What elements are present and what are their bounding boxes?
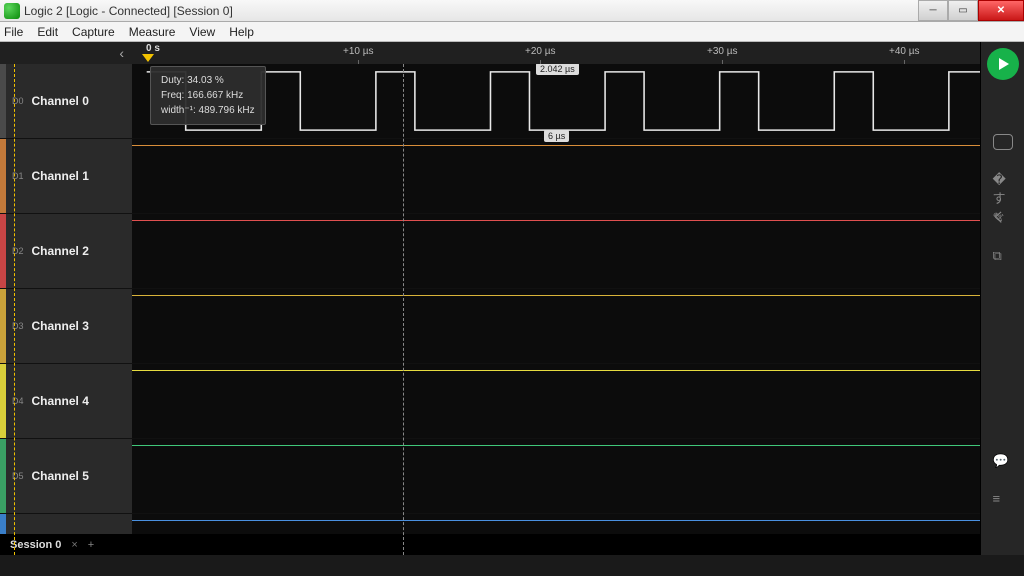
channel-name: Channel 5 xyxy=(32,469,89,483)
menu-measure[interactable]: Measure xyxy=(129,25,176,39)
channel-color-swatch xyxy=(0,139,6,213)
period-label: 6 µs xyxy=(544,130,569,142)
menu-file[interactable]: File xyxy=(4,25,23,39)
menu-icon[interactable]: ≡ xyxy=(993,491,1013,507)
waveform-area[interactable]: Duty: 34.03 %Freq: 166.667 kHzwidth⁻¹: 4… xyxy=(132,64,1024,138)
run-capture-button[interactable] xyxy=(987,48,1019,80)
extensions-panel-icon[interactable]: ⧉ xyxy=(993,248,1013,264)
close-session-button[interactable]: × xyxy=(71,539,77,551)
time-tick: +10 µs xyxy=(343,46,374,57)
window-maximize-button[interactable]: ▭ xyxy=(948,0,978,21)
channel-name: Channel 2 xyxy=(32,244,89,258)
channel-color-swatch xyxy=(0,64,6,138)
menu-capture[interactable]: Capture xyxy=(72,25,115,39)
tracks-area[interactable]: D0 Channel 0 H L Duty: 34.03 %Freq: 166.6… xyxy=(0,64,1024,555)
channel-color-swatch xyxy=(0,364,6,438)
channel-label[interactable]: D5 Channel 5 H L xyxy=(0,439,132,513)
waveform-area[interactable] xyxy=(132,439,1024,513)
channel-label[interactable]: D0 Channel 0 H L xyxy=(0,64,132,138)
window-title: Logic 2 [Logic - Connected] [Session 0] xyxy=(24,4,918,18)
channel-id: D1 xyxy=(12,171,24,181)
window-titlebar: Logic 2 [Logic - Connected] [Session 0] … xyxy=(0,0,1024,22)
menu-bar: File Edit Capture Measure View Help xyxy=(0,22,1024,42)
waveform-area[interactable] xyxy=(132,214,1024,288)
channel-label[interactable]: D3 Channel 3 H L xyxy=(0,289,132,363)
flat-waveform xyxy=(132,220,1024,221)
pulse-width-label: 2.042 µs xyxy=(536,64,579,75)
channel-name: Channel 3 xyxy=(32,319,89,333)
timeline-header[interactable]: ‹ 0 s +10 µs +20 µs +30 µs +40 µs xyxy=(0,42,1024,64)
right-sidebar: �すぐ ✎ ⧉ 💬 ≡ xyxy=(980,42,1024,555)
flat-waveform xyxy=(132,445,1024,446)
channel-track[interactable]: D5 Channel 5 H L xyxy=(0,439,1024,514)
flat-waveform xyxy=(132,520,1024,521)
channel-track[interactable]: D2 Channel 2 H L xyxy=(0,214,1024,289)
menu-edit[interactable]: Edit xyxy=(37,25,58,39)
measure-panel-icon[interactable]: ✎ xyxy=(993,210,1013,226)
channel-track[interactable]: D0 Channel 0 H L Duty: 34.03 %Freq: 166.6… xyxy=(0,64,1024,139)
timing-marker-icon[interactable] xyxy=(142,54,154,62)
app-body: ‹ 0 s +10 µs +20 µs +30 µs +40 µs D0 Channe… xyxy=(0,42,1024,555)
time-tick: +30 µs xyxy=(707,46,738,57)
session-tab[interactable]: Session 0 xyxy=(10,539,61,551)
flat-waveform xyxy=(132,145,1024,146)
time-tick: +20 µs xyxy=(525,46,556,57)
menu-help[interactable]: Help xyxy=(229,25,254,39)
channel-id: D2 xyxy=(12,246,24,256)
channel-id: D0 xyxy=(12,96,24,106)
flat-waveform xyxy=(132,295,1024,296)
collapse-sidebar-button[interactable]: ‹ xyxy=(0,45,132,61)
channel-track[interactable]: D4 Channel 4 H L xyxy=(0,364,1024,439)
waveform-area[interactable] xyxy=(132,139,1024,213)
channel-name: Channel 1 xyxy=(32,169,89,183)
time-zero-label: 0 s xyxy=(146,43,160,54)
waveform-area[interactable] xyxy=(132,364,1024,438)
time-ruler[interactable]: 0 s +10 µs +20 µs +30 µs +40 µs xyxy=(132,42,1024,64)
feedback-icon[interactable]: 💬 xyxy=(993,453,1013,469)
window-close-button[interactable]: ✕ xyxy=(978,0,1024,21)
menu-view[interactable]: View xyxy=(189,25,215,39)
window-minimize-button[interactable]: ─ xyxy=(918,0,948,21)
channel-color-swatch xyxy=(0,289,6,363)
channel-label[interactable]: D1 Channel 1 H L xyxy=(0,139,132,213)
channel-color-swatch xyxy=(0,214,6,288)
time-tick: +40 µs xyxy=(889,46,920,57)
channel-id: D4 xyxy=(12,396,24,406)
channel-label[interactable]: D4 Channel 4 H L xyxy=(0,364,132,438)
session-bar: Session 0 × + 4 µs ˄ xyxy=(0,534,1024,555)
flat-waveform xyxy=(132,370,1024,371)
channel-track[interactable]: D1 Channel 1 H L xyxy=(0,139,1024,214)
channel-name: Channel 4 xyxy=(32,394,89,408)
device-panel-icon[interactable] xyxy=(993,134,1013,150)
channel-name: Channel 0 xyxy=(32,94,89,108)
channel-color-swatch xyxy=(0,439,6,513)
new-session-button[interactable]: + xyxy=(88,539,94,551)
channel-label[interactable]: D2 Channel 2 H L xyxy=(0,214,132,288)
analyzers-panel-icon[interactable]: �すぐ xyxy=(993,172,1013,188)
channel-track[interactable]: D3 Channel 3 H L xyxy=(0,289,1024,364)
measurement-tooltip: Duty: 34.03 %Freq: 166.667 kHzwidth⁻¹: 4… xyxy=(150,66,266,125)
channel-id: D3 xyxy=(12,321,24,331)
waveform-area[interactable] xyxy=(132,289,1024,363)
app-icon xyxy=(4,3,20,19)
channel-id: D5 xyxy=(12,471,24,481)
